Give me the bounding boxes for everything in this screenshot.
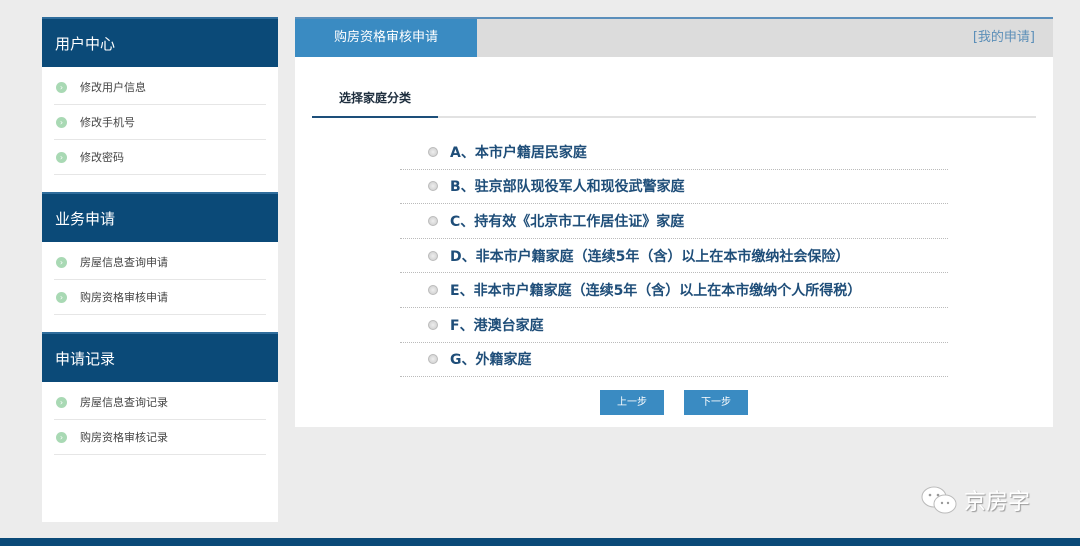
radio-button[interactable] <box>428 250 438 261</box>
chevron-right-icon: › <box>56 396 67 408</box>
family-category-options: A、本市户籍居民家庭 B、驻京部队现役军人和现役武警家庭 C、持有效《北京市工作居住… <box>400 135 948 378</box>
radio-button[interactable] <box>428 215 438 226</box>
sidebar-section-items: › 房屋信息查询记录 › 购房资格审核记录 <box>42 382 278 472</box>
sidebar-section-title: 用户中心 <box>42 17 278 67</box>
footer-bar <box>0 538 1080 546</box>
sidebar-section-items: › 修改用户信息 › 修改手机号 › 修改密码 <box>42 67 278 192</box>
radio-button[interactable] <box>428 146 438 157</box>
sidebar-item-label: 修改用户信息 <box>80 81 146 94</box>
watermark: 京房字 <box>920 484 1030 516</box>
watermark-text: 京房字 <box>964 490 1031 515</box>
sidebar-section-items: › 房屋信息查询申请 › 购房资格审核申请 <box>42 242 278 332</box>
sidebar-section-title: 申请记录 <box>42 332 278 382</box>
sidebar-item[interactable]: › 修改用户信息 <box>54 70 266 105</box>
family-option[interactable]: F、港澳台家庭 <box>400 308 948 343</box>
sidebar-item[interactable]: › 修改手机号 <box>54 105 266 140</box>
chevron-right-icon: › <box>56 256 67 268</box>
main-panel: 购房资格审核申请 [我的申请] 选择家庭分类 A、本市户籍居民家庭 B、驻京部队现… <box>295 17 1053 427</box>
option-label: F、港澳台家庭 <box>450 317 544 334</box>
sidebar: 用户中心 › 修改用户信息 › 修改手机号 › 修改密码业务申请 › 房屋信息查询申请 › 购房资格… <box>42 17 278 522</box>
sidebar-item-label: 房屋信息查询记录 <box>80 396 168 409</box>
chevron-right-icon: › <box>56 116 67 128</box>
sidebar-item[interactable]: › 购房资格审核记录 <box>54 420 266 455</box>
chevron-right-icon: › <box>56 81 67 93</box>
tab-purchase-qualification[interactable]: 购房资格审核申请 <box>295 19 477 57</box>
sidebar-item-label: 修改手机号 <box>80 116 135 129</box>
sidebar-item-label: 购房资格审核申请 <box>80 291 168 304</box>
radio-button[interactable] <box>428 181 438 192</box>
family-option[interactable]: D、非本市户籍家庭（连续5年（含）以上在本市缴纳社会保险） <box>400 239 948 274</box>
option-label: B、驻京部队现役军人和现役武警家庭 <box>450 179 685 196</box>
option-label: C、持有效《北京市工作居住证》家庭 <box>450 213 685 230</box>
subtab-family-category[interactable]: 选择家庭分类 <box>312 78 438 118</box>
family-option[interactable]: C、持有效《北京市工作居住证》家庭 <box>400 204 948 239</box>
option-label: G、外籍家庭 <box>450 352 532 369</box>
radio-button[interactable] <box>428 319 438 330</box>
sub-tabs: 选择家庭分类 <box>312 78 1036 118</box>
sidebar-section-title: 业务申请 <box>42 192 278 242</box>
chevron-right-icon: › <box>56 151 67 163</box>
sidebar-item-label: 房屋信息查询申请 <box>80 256 168 269</box>
family-option[interactable]: G、外籍家庭 <box>400 343 948 378</box>
radio-button[interactable] <box>428 285 438 296</box>
prev-step-button[interactable]: 上一步 <box>600 390 664 415</box>
sidebar-item[interactable]: › 房屋信息查询记录 <box>54 385 266 420</box>
next-step-button[interactable]: 下一步 <box>684 390 748 415</box>
family-option[interactable]: E、非本市户籍家庭（连续5年（含）以上在本市缴纳个人所得税） <box>400 273 948 308</box>
option-label: E、非本市户籍家庭（连续5年（含）以上在本市缴纳个人所得税） <box>450 283 862 300</box>
chevron-right-icon: › <box>56 431 67 443</box>
family-option[interactable]: B、驻京部队现役军人和现役武警家庭 <box>400 170 948 205</box>
sidebar-item[interactable]: › 房屋信息查询申请 <box>54 245 266 280</box>
sidebar-item-label: 修改密码 <box>80 151 124 164</box>
tab-bar: 购房资格审核申请 [我的申请] <box>295 19 1053 57</box>
option-label: D、非本市户籍家庭（连续5年（含）以上在本市缴纳社会保险） <box>450 248 850 265</box>
chevron-right-icon: › <box>56 291 67 303</box>
option-label: A、本市户籍居民家庭 <box>450 144 587 161</box>
family-option[interactable]: A、本市户籍居民家庭 <box>400 135 948 170</box>
sidebar-item[interactable]: › 购房资格审核申请 <box>54 280 266 315</box>
wechat-icon <box>921 486 957 514</box>
sidebar-item[interactable]: › 修改密码 <box>54 140 266 175</box>
sidebar-item-label: 购房资格审核记录 <box>80 431 168 444</box>
my-applications-link[interactable]: [我的申请] <box>973 19 1035 57</box>
radio-button[interactable] <box>428 354 438 365</box>
